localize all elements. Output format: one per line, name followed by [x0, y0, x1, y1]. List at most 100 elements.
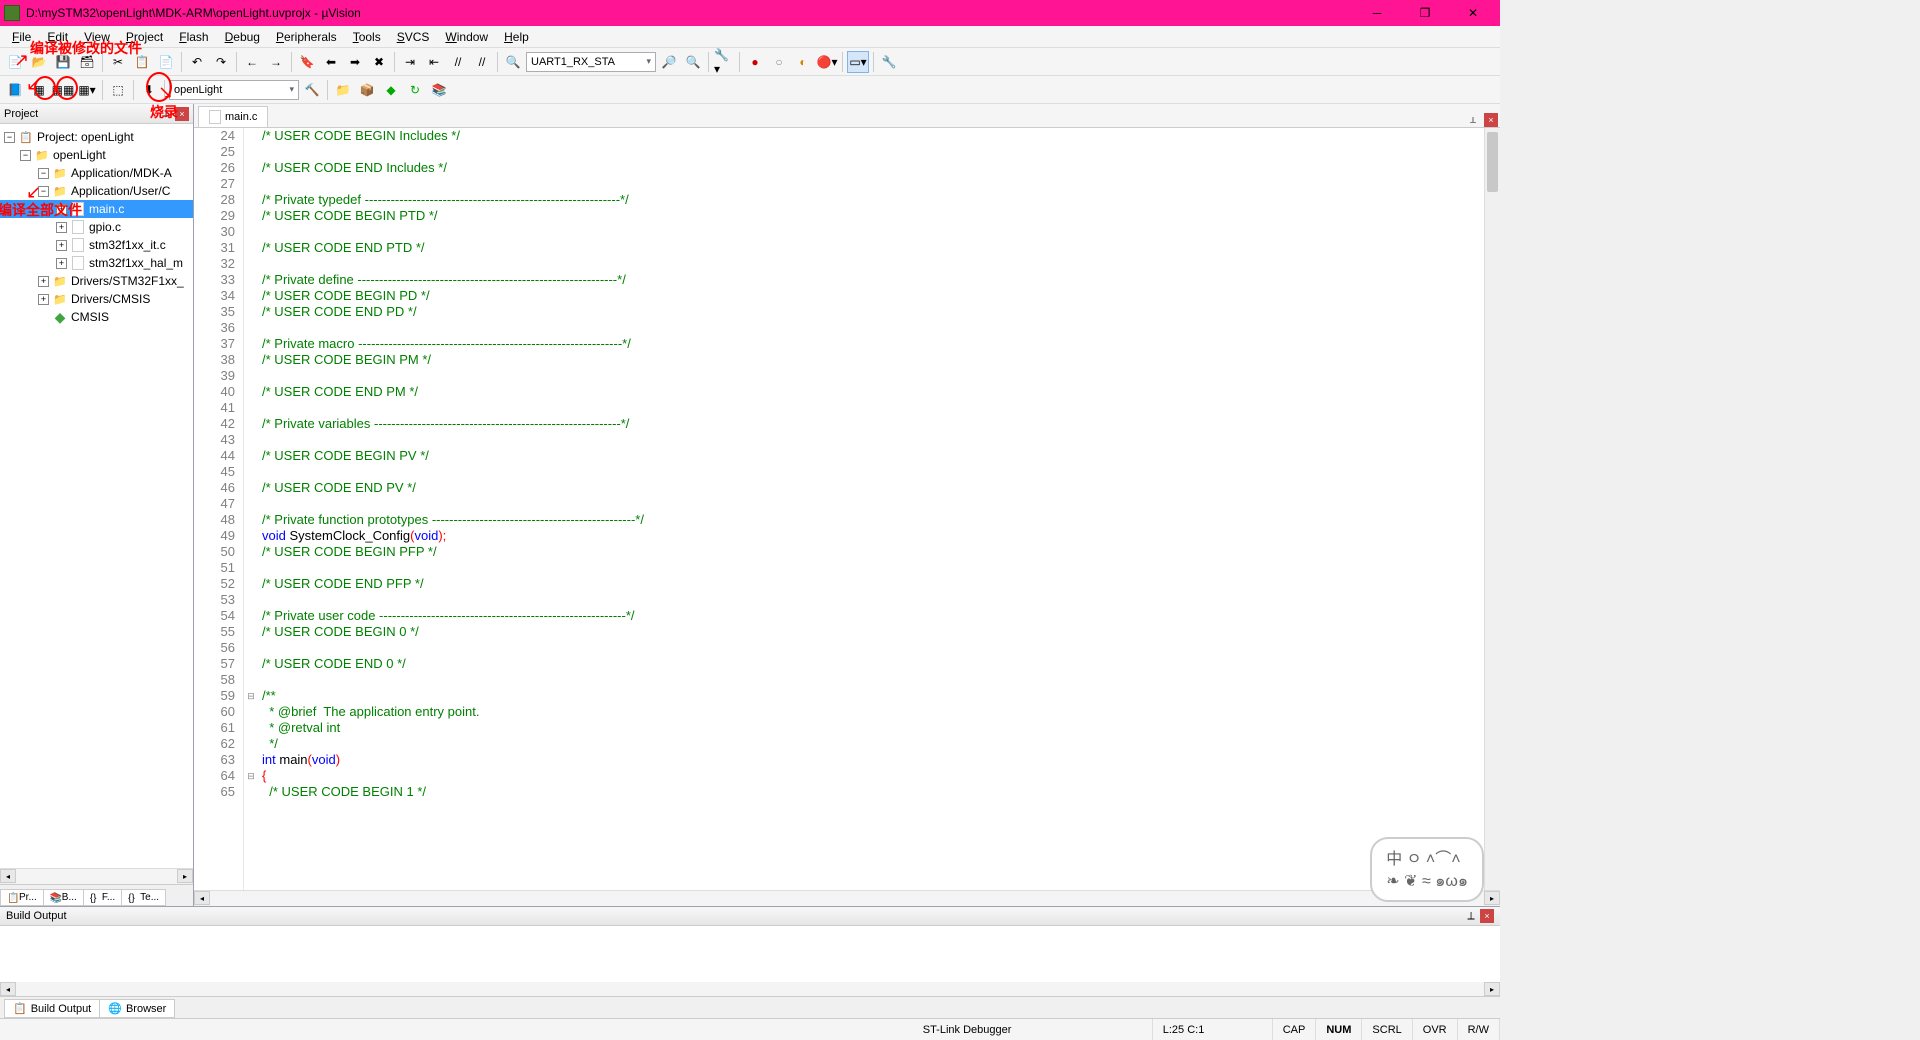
stop-build-button[interactable]: ⬚ — [107, 79, 129, 101]
tree-target[interactable]: −📁openLight — [0, 146, 193, 164]
tree-group-2[interactable]: +📁Drivers/STM32F1xx_ — [0, 272, 193, 290]
bookmark-next-button[interactable]: ➡ — [344, 51, 366, 73]
download-button[interactable]: ⬇ — [138, 79, 160, 101]
tree-group-0[interactable]: −📁Application/MDK-A — [0, 164, 193, 182]
editor-tab-bar: main.c ⟂ × — [194, 104, 1500, 128]
manage-rte-button[interactable]: ◆ — [380, 79, 402, 101]
find-in-files-button[interactable]: 🔍 — [502, 51, 524, 73]
cut-button[interactable]: ✂ — [107, 51, 129, 73]
bookmark-prev-button[interactable]: ⬅ — [320, 51, 342, 73]
batch-build-button[interactable]: ▦▾ — [76, 79, 98, 101]
editor-vscroll[interactable] — [1484, 128, 1500, 890]
tree-file-gpioc[interactable]: +gpio.c — [0, 218, 193, 236]
tree-group-3[interactable]: +📁Drivers/CMSIS — [0, 290, 193, 308]
configure-button[interactable]: 🔧 — [878, 51, 900, 73]
target-combo[interactable]: openLight ▾ — [169, 80, 299, 100]
tree-scroll-right[interactable]: ▸ — [177, 869, 193, 883]
copy-button[interactable]: 📋 — [131, 51, 153, 73]
minimize-button[interactable]: ─ — [1354, 1, 1400, 25]
menu-window[interactable]: Window — [437, 28, 496, 46]
output-tab-0[interactable]: 📋Build Output — [4, 999, 100, 1018]
fold-column[interactable]: ⊟⊟ — [244, 128, 258, 890]
menu-peripherals[interactable]: Peripherals — [268, 28, 345, 46]
open-file-button[interactable]: 📂 — [28, 51, 50, 73]
tree-group-1[interactable]: −📁Application/User/C — [0, 182, 193, 200]
build-output-body[interactable] — [0, 926, 1500, 982]
save-all-button[interactable]: 🗃 — [76, 51, 98, 73]
redo-button[interactable]: ↷ — [210, 51, 232, 73]
menu-svcs[interactable]: SVCS — [389, 28, 438, 46]
bookmark-button[interactable]: 🔖 — [296, 51, 318, 73]
project-tab-0[interactable]: 📋Pr... — [0, 889, 44, 906]
undo-button[interactable]: ↶ — [186, 51, 208, 73]
books-button[interactable]: 📚 — [428, 79, 450, 101]
find-combo[interactable]: UART1_RX_STA ▾ — [526, 52, 656, 72]
bookmark-clear-button[interactable]: ✖ — [368, 51, 390, 73]
find-text: UART1_RX_STA — [531, 56, 615, 68]
breakpoint-disable-button[interactable]: ○ — [768, 51, 790, 73]
menu-flash[interactable]: Flash — [171, 28, 216, 46]
tree-project-root[interactable]: −📋Project: openLight — [0, 128, 193, 146]
editor-hscroll[interactable]: ◂▸ — [194, 890, 1500, 906]
translate-button[interactable]: 📘 — [4, 79, 26, 101]
menu-tools[interactable]: Tools — [345, 28, 389, 46]
tree-file-stm32f1xx_hal_m[interactable]: +stm32f1xx_hal_m — [0, 254, 193, 272]
new-file-button[interactable]: 📄 — [4, 51, 26, 73]
maximize-button[interactable]: ❐ — [1402, 1, 1448, 25]
breakpoint-all-button[interactable]: 🔴▾ — [816, 51, 838, 73]
menu-bar: FileEditViewProjectFlashDebugPeripherals… — [0, 26, 1500, 48]
find-button[interactable]: 🔎 — [658, 51, 680, 73]
build-output-pin[interactable]: ⟂ — [1464, 909, 1478, 923]
menu-help[interactable]: Help — [496, 28, 537, 46]
code-editor[interactable]: 2425262728293031323334353637383940414243… — [194, 128, 1500, 890]
tree-file-stm32f1xx_itc[interactable]: +stm32f1xx_it.c — [0, 236, 193, 254]
outdent-button[interactable]: ⇤ — [423, 51, 445, 73]
uncomment-button[interactable]: // — [471, 51, 493, 73]
close-button[interactable]: ✕ — [1450, 1, 1496, 25]
menu-view[interactable]: View — [76, 28, 118, 46]
build-button[interactable]: ▦ — [28, 79, 50, 101]
status-scrl: SCRL — [1362, 1019, 1412, 1040]
menu-debug[interactable]: Debug — [217, 28, 268, 46]
tree-cmsis[interactable]: ◆CMSIS — [0, 308, 193, 326]
project-tree[interactable]: −📋Project: openLight−📁openLight−📁Applica… — [0, 124, 193, 868]
incremental-find-button[interactable]: 🔍 — [682, 51, 704, 73]
breakpoint-kill-button[interactable]: ◐ — [792, 51, 814, 73]
editor-close-button[interactable]: × — [1484, 113, 1498, 127]
project-tab-1[interactable]: 📚B... — [43, 889, 84, 906]
project-tab-2[interactable]: {}F... — [83, 889, 122, 906]
comment-button[interactable]: // — [447, 51, 469, 73]
menu-edit[interactable]: Edit — [39, 28, 76, 46]
tree-scroll-left[interactable]: ◂ — [0, 869, 16, 883]
build-output-hscroll[interactable]: ◂▸ — [0, 982, 1500, 996]
status-bar: ST-Link Debugger L:25 C:1 CAP NUM SCRL O… — [0, 1018, 1500, 1040]
debug-config-button[interactable]: 🔧▾ — [713, 51, 735, 73]
tree-file-mainc[interactable]: +main.c — [0, 200, 193, 218]
menu-file[interactable]: File — [4, 28, 39, 46]
nav-fwd-button[interactable]: → — [265, 51, 287, 73]
target-options-button[interactable]: 🔨 — [301, 79, 323, 101]
code-content[interactable]: /* USER CODE BEGIN Includes *//* USER CO… — [258, 128, 1484, 890]
project-panel: Project ⟂ × −📋Project: openLight−📁openLi… — [0, 104, 194, 906]
title-bar: D:\mySTM32\openLight\MDK-ARM\openLight.u… — [0, 0, 1500, 26]
select-packs-button[interactable]: 📦 — [356, 79, 378, 101]
menu-project[interactable]: Project — [118, 28, 171, 46]
window-layout-button[interactable]: ▭▾ — [847, 51, 869, 73]
build-output-close[interactable]: × — [1480, 909, 1494, 923]
manage-project-button[interactable]: 📁 — [332, 79, 354, 101]
save-button[interactable]: 💾 — [52, 51, 74, 73]
project-tab-3[interactable]: {}Te... — [121, 889, 166, 906]
editor-tab-main[interactable]: main.c — [198, 106, 268, 127]
output-tab-1[interactable]: 🌐Browser — [99, 999, 175, 1018]
breakpoint-button[interactable]: ● — [744, 51, 766, 73]
paste-button[interactable]: 📄 — [155, 51, 177, 73]
panel-close-button[interactable]: × — [175, 107, 189, 121]
editor-pin-button[interactable]: ⟂ — [1466, 113, 1480, 127]
panel-pin-button[interactable]: ⟂ — [159, 107, 173, 121]
indent-button[interactable]: ⇥ — [399, 51, 421, 73]
pack-installer-button[interactable]: ↻ — [404, 79, 426, 101]
build-output-header: Build Output ⟂ × — [0, 906, 1500, 926]
rebuild-button[interactable]: ▦▦ — [52, 79, 74, 101]
nav-back-button[interactable]: ← — [241, 51, 263, 73]
ime-widget[interactable]: 中 ㅇ ˄⌒˄❧ ❦ ≈ ๑ω๑ — [1370, 837, 1484, 890]
